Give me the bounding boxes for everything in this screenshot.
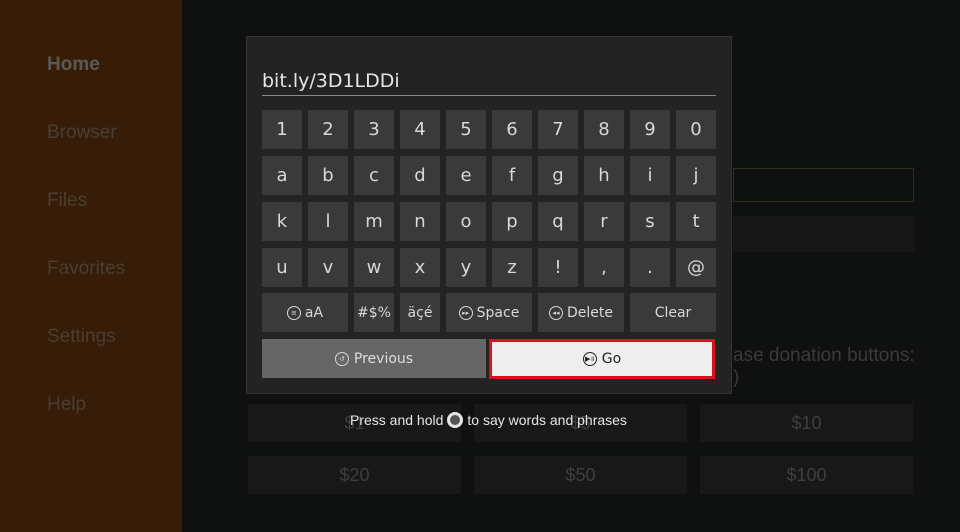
go-bar-background[interactable] [733, 216, 914, 252]
key[interactable]: r [584, 202, 624, 241]
key[interactable]: y [446, 248, 486, 287]
back-icon: ↺ [334, 351, 349, 366]
hint-after: to say words and phrases [467, 412, 627, 428]
key[interactable]: l [308, 202, 348, 241]
key[interactable]: 9 [630, 110, 670, 149]
sidebar-item-home[interactable]: Home [47, 54, 100, 76]
donation-label-2: ) [733, 367, 740, 388]
key[interactable]: w [354, 248, 394, 287]
key[interactable]: b [308, 156, 348, 195]
key[interactable]: a [262, 156, 302, 195]
key[interactable]: 0 [676, 110, 716, 149]
key[interactable]: 6 [492, 110, 532, 149]
space-label: Space [476, 304, 520, 321]
key[interactable]: g [538, 156, 578, 195]
key[interactable]: d [400, 156, 440, 195]
key[interactable]: 7 [538, 110, 578, 149]
key[interactable]: 3 [354, 110, 394, 149]
key[interactable]: t [676, 202, 716, 241]
url-field-background[interactable] [733, 168, 914, 202]
key[interactable]: e [446, 156, 486, 195]
donation-label: ase donation buttons: [733, 345, 915, 366]
key[interactable]: ! [538, 248, 578, 287]
microphone-button-icon [447, 412, 464, 428]
sidebar: Home Browser Files Favorites Settings He… [0, 0, 182, 532]
donation-button-10[interactable]: $10 [700, 404, 913, 442]
case-toggle-key[interactable]: ≡ aA [262, 293, 348, 332]
key[interactable]: m [354, 202, 394, 241]
key[interactable]: u [262, 248, 302, 287]
key[interactable]: v [308, 248, 348, 287]
play-pause-icon: ▶॥ [582, 352, 597, 366]
donation-button-50[interactable]: $50 [474, 456, 687, 494]
key[interactable]: j [676, 156, 716, 195]
sidebar-item-files[interactable]: Files [47, 190, 87, 212]
voice-hint: Press and hold to say words and phrases [350, 412, 627, 428]
key[interactable]: 8 [584, 110, 624, 149]
key[interactable]: k [262, 202, 302, 241]
key[interactable]: z [492, 248, 532, 287]
rewind-icon: ◂◂ [549, 305, 563, 320]
symbols-key[interactable]: #$% [354, 293, 394, 332]
clear-key[interactable]: Clear [630, 293, 716, 332]
space-key[interactable]: ▸▸ Space [446, 293, 532, 332]
key[interactable]: 1 [262, 110, 302, 149]
donation-button-20[interactable]: $20 [248, 456, 461, 494]
go-button[interactable]: ▶॥ Go [489, 339, 715, 379]
key[interactable]: 5 [446, 110, 486, 149]
donation-button-100[interactable]: $100 [700, 456, 913, 494]
menu-icon: ≡ [286, 305, 301, 320]
key[interactable]: . [630, 248, 670, 287]
sidebar-item-help[interactable]: Help [47, 394, 86, 416]
key[interactable]: n [400, 202, 440, 241]
key[interactable]: f [492, 156, 532, 195]
sidebar-item-favorites[interactable]: Favorites [47, 258, 125, 280]
previous-button[interactable]: ↺ Previous [262, 339, 486, 378]
key[interactable]: 4 [400, 110, 440, 149]
key[interactable]: o [446, 202, 486, 241]
sidebar-item-browser[interactable]: Browser [47, 122, 117, 144]
key[interactable]: q [538, 202, 578, 241]
case-label: aA [304, 304, 324, 321]
hint-before: Press and hold [350, 412, 444, 428]
fast-forward-icon: ▸▸ [458, 305, 473, 320]
previous-label: Previous [353, 350, 414, 367]
key[interactable]: c [354, 156, 394, 195]
key[interactable]: h [584, 156, 624, 195]
input-underline [262, 95, 716, 96]
go-label: Go [601, 351, 622, 367]
accents-key[interactable]: äçé [400, 293, 440, 332]
sidebar-item-settings[interactable]: Settings [47, 326, 116, 348]
key[interactable]: @ [676, 248, 716, 287]
key[interactable]: s [630, 202, 670, 241]
key[interactable]: p [492, 202, 532, 241]
url-input[interactable]: bit.ly/3D1LDDi [262, 70, 400, 92]
delete-label: Delete [567, 304, 613, 321]
delete-key[interactable]: ◂◂ Delete [538, 293, 624, 332]
key[interactable]: x [400, 248, 440, 287]
key[interactable]: , [584, 248, 624, 287]
key[interactable]: i [630, 156, 670, 195]
key[interactable]: 2 [308, 110, 348, 149]
